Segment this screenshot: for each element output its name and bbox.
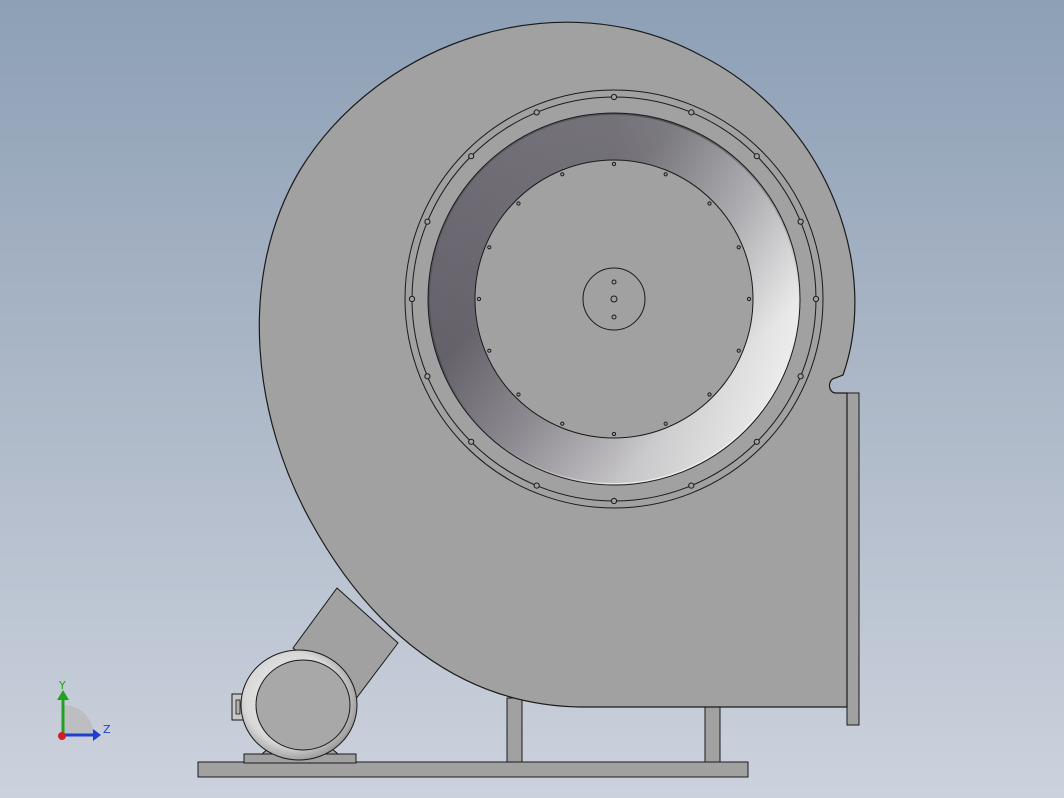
model-view[interactable]: Y Z <box>0 0 1064 798</box>
triad-yz-plane <box>63 705 95 735</box>
flange-bolt-hole <box>408 295 416 303</box>
cad-viewport[interactable]: Y Z <box>0 0 1064 798</box>
flange-bolt-hole <box>610 497 618 505</box>
flange-bolt-hole <box>688 109 695 116</box>
flange-bolt-hole <box>468 438 475 445</box>
disk-bolt-hole <box>487 245 492 250</box>
support-leg-right <box>704 702 721 763</box>
triad-z-label: Z <box>103 723 111 736</box>
disk-bolt-hole <box>707 392 712 397</box>
motor-shaft-tip <box>235 699 241 715</box>
flange-bolt-hole <box>424 373 431 380</box>
disk-bolt-hole <box>736 245 741 250</box>
triad-x-axis-dot <box>58 732 66 740</box>
flange-bolt-hole <box>533 482 540 489</box>
triad-y-label: Y <box>58 679 66 692</box>
flange-bolt-hole <box>610 93 618 101</box>
flange-bolt-hole <box>753 153 760 160</box>
base-plate <box>197 761 749 778</box>
flange-bolt-hole <box>797 218 804 225</box>
flange-bolt-hole <box>424 218 431 225</box>
motor-end-cap <box>255 659 351 751</box>
disk-bolt-hole <box>516 201 521 206</box>
flange-bolt-hole <box>533 109 540 116</box>
impeller-hub <box>582 267 646 331</box>
flange-bolt-hole <box>468 153 475 160</box>
disk-bolt-hole <box>736 348 741 353</box>
disk-bolt-hole <box>611 431 617 437</box>
flange-bolt-hole <box>688 482 695 489</box>
flange-bolt-hole <box>797 373 804 380</box>
disk-bolt-hole <box>663 172 668 177</box>
disk-bolt-hole <box>663 421 668 426</box>
disk-bolt-hole <box>746 296 752 302</box>
support-leg-left <box>506 697 523 763</box>
disk-bolt-hole <box>611 161 617 167</box>
disk-bolt-hole <box>560 421 565 426</box>
outlet-flange <box>846 392 860 726</box>
flange-bolt-hole <box>812 295 820 303</box>
disk-bolt-hole <box>516 392 521 397</box>
disk-bolt-hole <box>560 172 565 177</box>
coordinate-triad[interactable]: Y Z <box>57 679 111 741</box>
disk-bolt-hole <box>487 348 492 353</box>
triad-z-arrow <box>93 729 101 741</box>
disk-bolt-hole <box>707 201 712 206</box>
disk-bolt-hole <box>476 296 482 302</box>
flange-bolt-hole <box>753 438 760 445</box>
